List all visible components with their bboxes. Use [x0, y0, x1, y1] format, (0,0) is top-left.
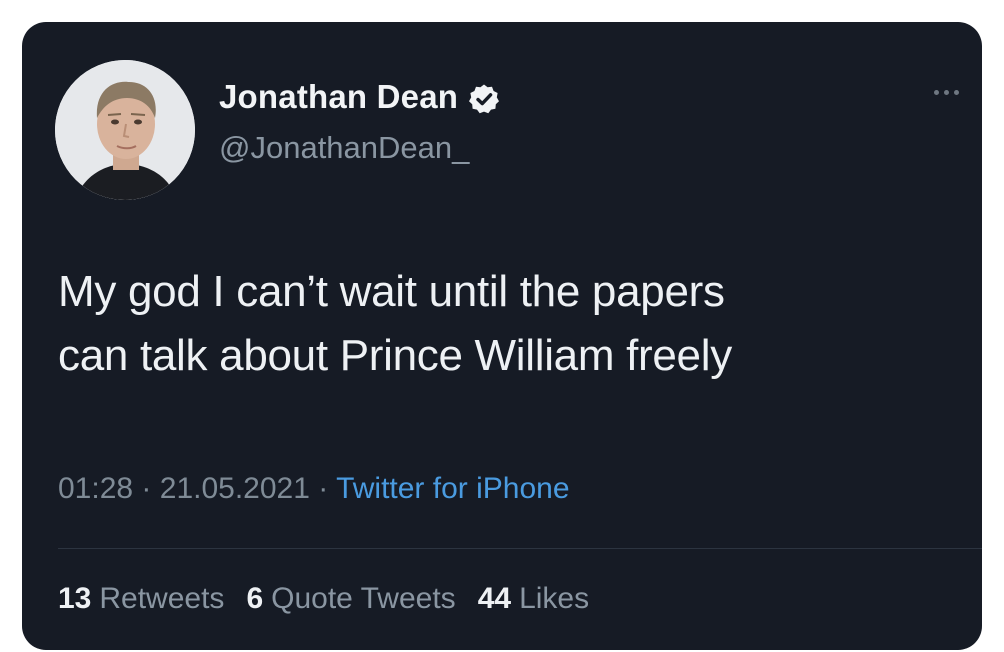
- tweet-time[interactable]: 01:28: [58, 472, 133, 505]
- tweet-source-link[interactable]: Twitter for iPhone: [336, 472, 569, 505]
- tweet-stats: 13 Retweets 6 Quote Tweets 44 Likes: [58, 582, 589, 616]
- meta-separator: ·: [318, 472, 329, 505]
- retweets-stat[interactable]: 13 Retweets: [58, 582, 224, 616]
- likes-count: 44: [477, 582, 512, 615]
- tweet-text: My god I can’t wait until the papers can…: [58, 260, 958, 388]
- author-name-row: Jonathan Dean: [219, 78, 500, 116]
- tweet-card: Jonathan Dean @JonathanDean_ My god I ca…: [22, 22, 982, 650]
- quote-tweets-count: 6: [246, 582, 264, 615]
- more-options-icon[interactable]: [934, 86, 970, 98]
- author-display-name[interactable]: Jonathan Dean: [219, 78, 458, 116]
- likes-label: Likes: [519, 582, 590, 615]
- divider: [58, 548, 982, 549]
- tweet-text-line: can talk about Prince William freely: [58, 331, 732, 380]
- author-handle[interactable]: @JonathanDean_: [219, 130, 469, 166]
- tweet-meta: 01:28 · 21.05.2021 · Twitter for iPhone: [58, 472, 570, 506]
- meta-separator: ·: [141, 472, 152, 505]
- retweets-label: Retweets: [99, 582, 225, 615]
- avatar[interactable]: [55, 60, 195, 200]
- likes-stat[interactable]: 44 Likes: [478, 582, 589, 616]
- tweet-text-line: My god I can’t wait until the papers: [58, 267, 725, 316]
- verified-badge-icon: [469, 84, 500, 114]
- retweets-count: 13: [58, 582, 92, 615]
- tweet-date[interactable]: 21.05.2021: [160, 472, 310, 505]
- quote-tweets-label: Quote Tweets: [271, 582, 456, 615]
- avatar-portrait-icon: [55, 60, 195, 200]
- quote-tweets-stat[interactable]: 6 Quote Tweets: [246, 582, 455, 616]
